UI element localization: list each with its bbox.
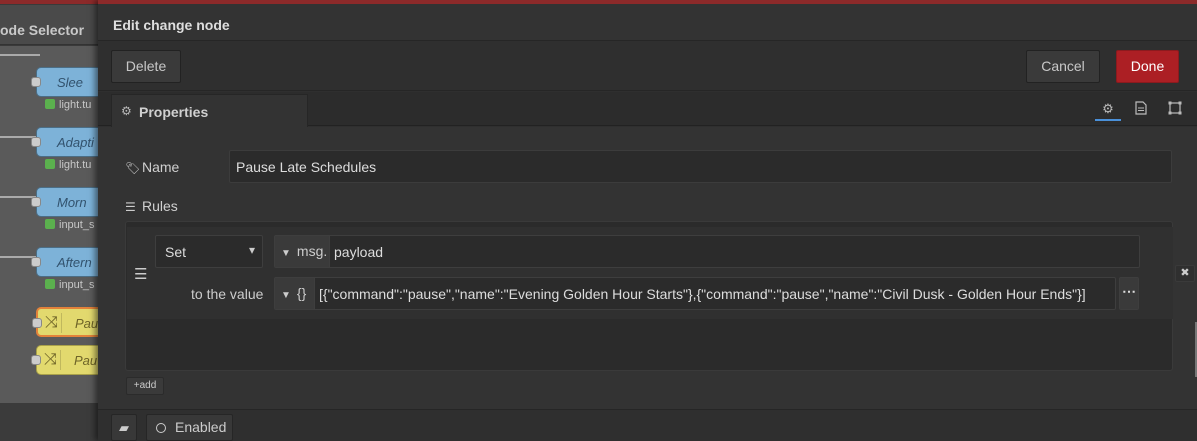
status-dot-icon xyxy=(45,99,55,109)
shuffle-icon: ⤨ xyxy=(41,350,61,370)
node-status-text: input_s xyxy=(59,279,95,291)
tag-icon: 🏷 xyxy=(125,161,141,175)
shuffle-icon: ⤨ xyxy=(42,313,62,333)
node-status-text: light.tu xyxy=(59,159,92,171)
gear-icon[interactable]: ⚙ xyxy=(1095,97,1121,121)
status-dot-icon xyxy=(45,279,55,289)
node-status-text: input_s xyxy=(59,219,95,231)
properties-form: 🏷Name ☰ Rules ☰ Set ▾ ▼ msg. xyxy=(98,127,1197,409)
target-type-label: msg. xyxy=(296,243,328,259)
flow-canvas[interactable]: ode Selector Slee light.tu Adapti light.… xyxy=(0,0,98,441)
flow-node[interactable]: Adapti xyxy=(31,127,98,157)
flow-wire xyxy=(0,54,40,94)
rule-item: ☰ Set ▾ ▼ msg. payload to the value ▼ {}… xyxy=(127,227,1173,319)
rule-action-select[interactable]: Set ▾ xyxy=(155,235,263,268)
expand-editor-button[interactable]: ⋯ xyxy=(1119,277,1139,310)
name-input[interactable] xyxy=(229,150,1172,183)
name-label: 🏷 Name xyxy=(125,159,179,175)
node-status: light.tu xyxy=(45,159,91,173)
input-port[interactable] xyxy=(31,257,41,267)
cancel-button[interactable]: Cancel xyxy=(1026,50,1100,83)
node-status: light.tu xyxy=(45,99,91,113)
to-the-value-label: to the value xyxy=(191,286,264,302)
enabled-toggle[interactable]: Enabled xyxy=(146,414,233,441)
rules-list: ☰ Set ▾ ▼ msg. payload to the value ▼ {}… xyxy=(125,221,1195,371)
flow-node[interactable]: Aftern xyxy=(31,247,98,277)
node-status: input_s xyxy=(45,219,94,233)
change-node[interactable]: ⤨ Pau xyxy=(31,345,98,375)
drag-handle-icon[interactable]: ☰ xyxy=(134,265,147,283)
input-port[interactable] xyxy=(32,318,42,328)
status-dot-icon xyxy=(45,159,55,169)
tab-properties[interactable]: ⚙ Properties xyxy=(111,94,308,127)
caret-down-icon: ▼ xyxy=(281,290,291,301)
flow-node-label: Morn xyxy=(57,195,87,210)
book-icon[interactable]: ▰ xyxy=(111,414,137,441)
workspace-tab-title[interactable]: ode Selector xyxy=(0,22,84,38)
canvas-footer xyxy=(0,403,98,441)
input-port[interactable] xyxy=(31,77,41,87)
node-status: input_s xyxy=(45,279,94,293)
value-type-select[interactable]: ▼ {} xyxy=(275,278,315,309)
tray-toolbar: Delete Cancel Done xyxy=(98,41,1197,91)
delete-button[interactable]: Delete xyxy=(111,50,181,83)
change-node-selected[interactable]: ⤨ Pau xyxy=(32,307,98,337)
circle-icon xyxy=(156,423,166,433)
list-icon: ☰ xyxy=(125,200,136,214)
target-value[interactable]: payload xyxy=(334,244,383,260)
description-icon[interactable] xyxy=(1128,97,1154,121)
cog-icon: ⚙ xyxy=(121,104,132,118)
flow-node[interactable]: Morn xyxy=(31,187,98,217)
add-rule-button[interactable]: +add xyxy=(126,377,164,395)
input-port[interactable] xyxy=(31,137,41,147)
done-button[interactable]: Done xyxy=(1116,50,1179,83)
enabled-label: Enabled xyxy=(175,419,227,435)
chevron-down-icon: ▾ xyxy=(248,243,255,257)
canvas-grid[interactable]: Slee light.tu Adapti light.tu Morn input… xyxy=(0,46,98,403)
workspace-tab-strip: ode Selector xyxy=(0,5,98,45)
rules-label: ☰ Rules xyxy=(125,198,178,214)
flow-node-label: Pau xyxy=(74,353,98,368)
rule-json-value[interactable]: [{"command":"pause","name":"Evening Gold… xyxy=(319,286,1114,302)
status-dot-icon xyxy=(45,219,55,229)
flow-node-label: Pau xyxy=(75,316,98,331)
rules-label-text: Rules xyxy=(142,198,178,214)
flow-node-label: Adapti xyxy=(57,135,94,150)
header-accent xyxy=(0,0,98,4)
node-status-text: light.tu xyxy=(59,99,92,111)
target-type-select[interactable]: ▼ msg. xyxy=(275,236,330,267)
flow-node-label: Aftern xyxy=(57,255,92,270)
flow-node[interactable]: Slee xyxy=(31,67,98,97)
edit-tray: Edit change node Delete Cancel Done ⚙ Pr… xyxy=(98,0,1197,441)
name-label-text: Name xyxy=(142,159,180,175)
caret-down-icon: ▼ xyxy=(281,248,291,259)
rule-action-value: Set xyxy=(165,244,187,260)
tray-title: Edit change node xyxy=(113,17,230,33)
input-port[interactable] xyxy=(31,355,41,365)
rule-value-input[interactable]: ▼ {} [{"command":"pause","name":"Evening … xyxy=(274,277,1116,310)
tray-footer: ▰ Enabled xyxy=(98,409,1197,441)
input-port[interactable] xyxy=(31,197,41,207)
flow-node-label: Slee xyxy=(57,75,84,90)
tray-header: Edit change node xyxy=(98,4,1197,41)
appearance-icon[interactable] xyxy=(1162,97,1188,121)
tray-tabs: ⚙ Properties ⚙ xyxy=(98,92,1197,127)
rule-target-input[interactable]: ▼ msg. payload xyxy=(274,235,1140,268)
add-rule-label: add xyxy=(139,380,157,391)
tab-properties-label: Properties xyxy=(139,104,209,120)
value-type-label: {} xyxy=(296,285,307,301)
remove-rule-button[interactable]: ✖ xyxy=(1175,265,1195,282)
